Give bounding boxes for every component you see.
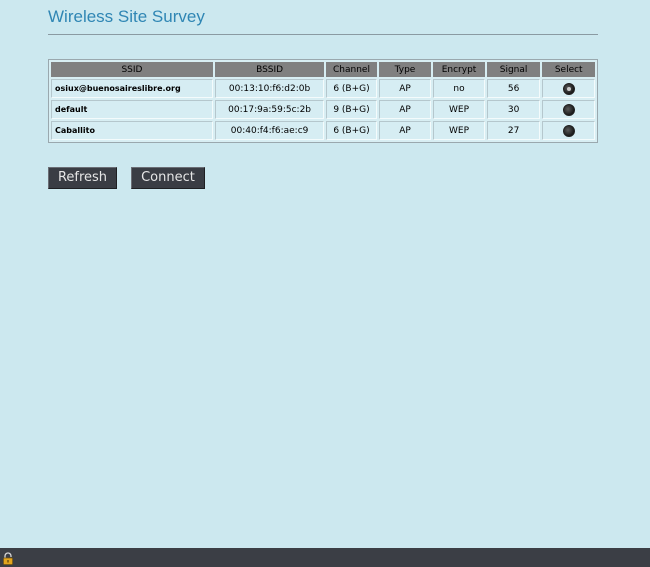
ssid-cell: osiux@buenosaireslibre.org bbox=[51, 79, 213, 98]
signal-cell: 30 bbox=[486, 100, 541, 119]
header-bssid: BSSID bbox=[214, 62, 325, 77]
refresh-button[interactable]: Refresh bbox=[48, 167, 117, 189]
header-ssid: SSID bbox=[51, 62, 213, 77]
select-cell bbox=[542, 79, 595, 98]
table-header-row: SSID BSSID Channel Type Encrypt Signal S… bbox=[51, 62, 595, 77]
table-row: default 00:17:9a:59:5c:2b 9 (B+G) AP WEP… bbox=[51, 100, 595, 119]
select-radio[interactable] bbox=[562, 103, 575, 116]
header-type: Type bbox=[378, 62, 432, 77]
ssid-cell: Caballito bbox=[51, 121, 213, 140]
taskbar bbox=[0, 548, 650, 567]
page-title: Wireless Site Survey bbox=[48, 7, 205, 26]
encrypt-cell: WEP bbox=[433, 121, 485, 140]
signal-cell: 27 bbox=[486, 121, 541, 140]
bssid-cell: 00:40:f4:f6:ae:c9 bbox=[214, 121, 325, 140]
select-radio[interactable] bbox=[562, 124, 575, 137]
connect-button[interactable]: Connect bbox=[131, 167, 205, 189]
title-divider bbox=[48, 34, 598, 35]
select-cell bbox=[542, 100, 595, 119]
signal-cell: 56 bbox=[486, 79, 541, 98]
select-radio[interactable] bbox=[562, 82, 575, 95]
header-signal: Signal bbox=[486, 62, 541, 77]
bssid-cell: 00:17:9a:59:5c:2b bbox=[214, 100, 325, 119]
channel-cell: 9 (B+G) bbox=[326, 100, 377, 119]
select-cell bbox=[542, 121, 595, 140]
table-row: osiux@buenosaireslibre.org 00:13:10:f6:d… bbox=[51, 79, 595, 98]
type-cell: AP bbox=[378, 100, 432, 119]
encrypt-cell: no bbox=[433, 79, 485, 98]
ssid-cell: default bbox=[51, 100, 213, 119]
site-survey-table: SSID BSSID Channel Type Encrypt Signal S… bbox=[48, 59, 598, 143]
type-cell: AP bbox=[378, 121, 432, 140]
bssid-cell: 00:13:10:f6:d2:0b bbox=[214, 79, 325, 98]
channel-cell: 6 (B+G) bbox=[326, 79, 377, 98]
table-row: Caballito 00:40:f4:f6:ae:c9 6 (B+G) AP W… bbox=[51, 121, 595, 140]
header-channel: Channel bbox=[326, 62, 377, 77]
type-cell: AP bbox=[378, 79, 432, 98]
encrypt-cell: WEP bbox=[433, 100, 485, 119]
header-encrypt: Encrypt bbox=[433, 62, 485, 77]
header-select: Select bbox=[542, 62, 595, 77]
channel-cell: 6 (B+G) bbox=[326, 121, 377, 140]
lock-icon[interactable] bbox=[2, 552, 14, 565]
